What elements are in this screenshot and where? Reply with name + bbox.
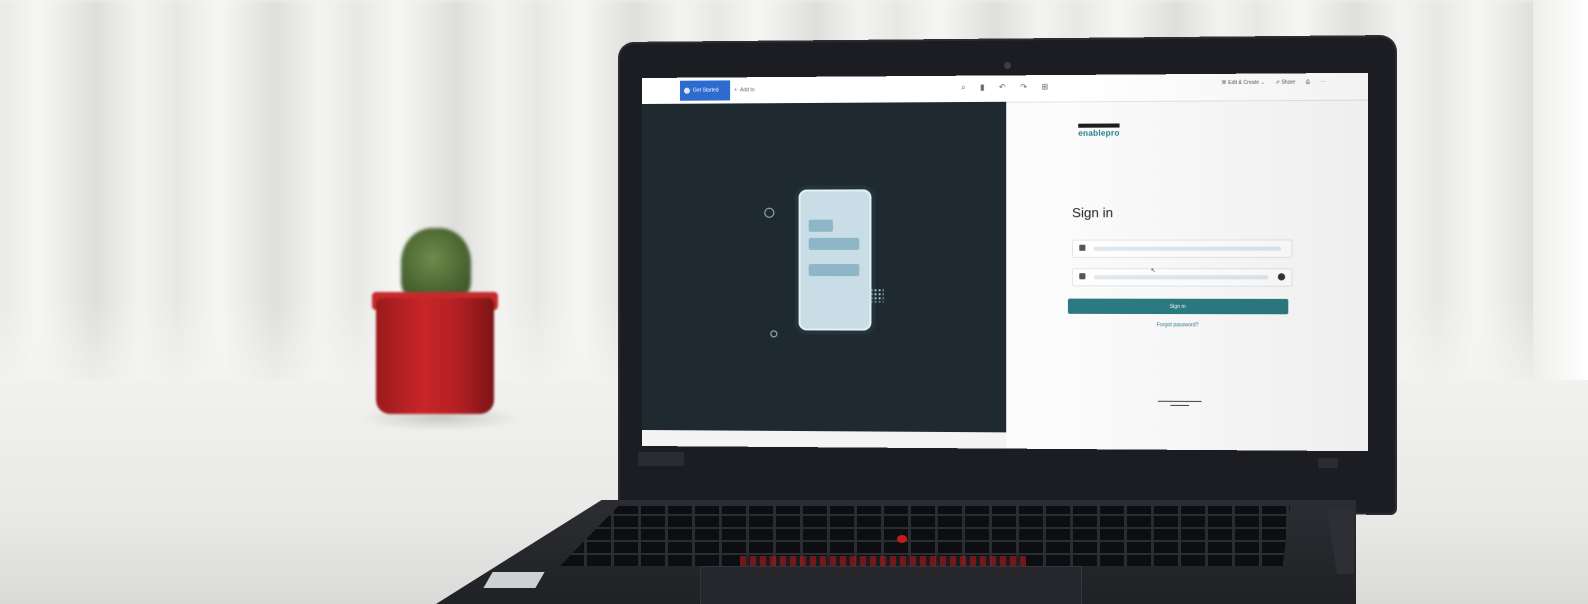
toolbar-icons: ⌕ ▮ ↶ ↷ ⊞	[961, 82, 1048, 93]
email-field[interactable]	[1072, 239, 1292, 257]
redo-icon[interactable]: ↷	[1020, 82, 1027, 92]
sign-in-button[interactable]: Sign in	[1068, 299, 1288, 315]
grid-icon[interactable]: ⊞	[1041, 82, 1048, 92]
enablepro-logo: enablepro	[1078, 123, 1119, 139]
app-topbar: Get Started + Add to ⌕ ▮ ↶ ↷ ⊞ ⌘ Edit & …	[642, 73, 1368, 105]
tab-label: Add to	[740, 87, 755, 93]
email-input-value	[1094, 247, 1281, 251]
red-pot	[376, 298, 494, 414]
webcam	[1004, 62, 1011, 69]
decor-circle	[764, 208, 774, 218]
bottom-strip	[642, 430, 1006, 449]
mail-icon	[1079, 245, 1085, 251]
plus-icon: +	[734, 87, 737, 93]
decor-circle	[770, 330, 777, 337]
chevron-down-icon: ⌄	[1261, 80, 1265, 86]
lid-brand-mark	[638, 452, 684, 466]
decor-dots	[869, 288, 883, 302]
more-icon[interactable]: ⋯	[1320, 79, 1325, 85]
edit-icon: ⌘	[1221, 80, 1226, 86]
page-title: Sign in	[1072, 205, 1113, 220]
edit-create-label: Edit & Create	[1228, 80, 1259, 86]
eye-icon[interactable]	[1278, 273, 1285, 280]
undo-icon[interactable]: ↶	[999, 82, 1006, 92]
window-light	[1533, 0, 1588, 440]
print-icon[interactable]: ⎙	[1306, 79, 1310, 85]
palmrest-sticker	[483, 572, 544, 588]
logo-text: enablepro	[1078, 129, 1119, 138]
share-label: Share	[1281, 79, 1295, 85]
lock-icon	[1079, 273, 1085, 279]
topbar-actions: ⌘ Edit & Create ⌄ ⇗ Share ⎙ ⋯	[1221, 79, 1325, 86]
ruler-icon[interactable]: ▮	[980, 83, 985, 93]
edit-create-button[interactable]: ⌘ Edit & Create ⌄	[1221, 80, 1265, 86]
share-button[interactable]: ⇗ Share	[1275, 79, 1295, 85]
tab-label: Get Started	[693, 87, 719, 93]
terms-text-blurred: ▬▬▬▬▬▬▬▬▬▬▬▬▬▬ ▬▬▬▬▬▬	[1120, 398, 1241, 407]
app-logo-icon	[684, 88, 690, 94]
phone-card	[809, 220, 833, 232]
password-input-value	[1094, 275, 1269, 279]
photo-scene: Get Started + Add to ⌕ ▮ ↶ ↷ ⊞ ⌘ Edit & …	[0, 0, 1588, 604]
touchpad	[700, 566, 1082, 604]
laptop-screen: Get Started + Add to ⌕ ▮ ↶ ↷ ⊞ ⌘ Edit & …	[642, 73, 1368, 451]
mouse-cursor-icon: ↖	[1151, 267, 1156, 274]
logo-bar	[1078, 123, 1119, 127]
share-icon: ⇗	[1275, 80, 1279, 86]
search-icon[interactable]: ⌕	[961, 83, 966, 93]
phone-card	[809, 238, 860, 250]
lid-model-mark	[1318, 458, 1338, 468]
forgot-password-link[interactable]: Forgot password?	[1068, 322, 1288, 329]
touchpad-buttons	[740, 556, 1026, 566]
trackpoint	[897, 535, 907, 543]
tab-get-started[interactable]: Get Started	[680, 80, 730, 100]
phone-card	[809, 264, 860, 276]
illustration-panel	[642, 102, 1006, 433]
phone-illustration	[799, 189, 872, 330]
password-field[interactable]	[1072, 268, 1292, 287]
tab-add-to[interactable]: + Add to	[734, 80, 794, 100]
